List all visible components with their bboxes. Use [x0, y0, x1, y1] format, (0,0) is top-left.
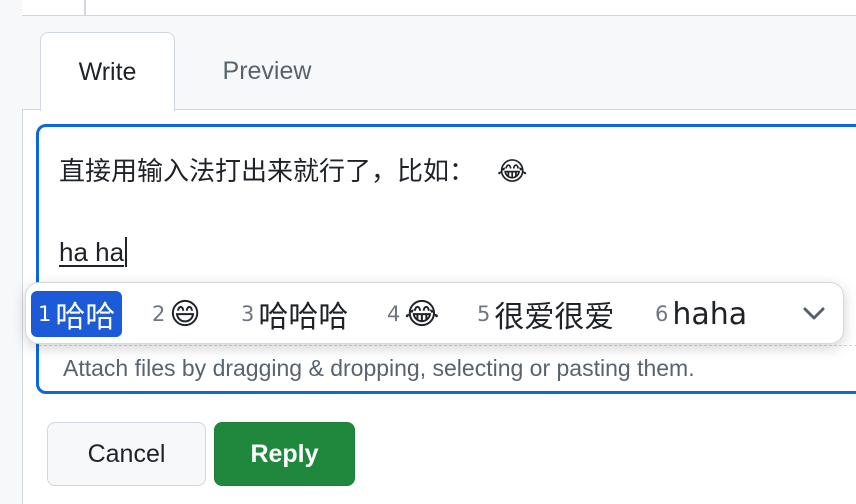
candidate-number: 5: [477, 302, 491, 326]
ime-candidate-3[interactable]: 3 哈哈哈: [241, 291, 348, 337]
text-line-1-content: 直接用输入法打出来就行了，比如：: [59, 156, 476, 186]
candidate-text: 哈哈: [55, 300, 116, 335]
ime-candidate-window: 1 哈哈 2 😄 3 哈哈哈 4 😂 5 很爱很爱 6 haha: [25, 282, 844, 344]
comment-textarea[interactable]: 直接用输入法打出来就行了，比如： 😂 ha ha Attach files by …: [36, 124, 856, 394]
tears-of-joy-emoji: 😂: [497, 156, 528, 186]
tab-write[interactable]: Write: [40, 32, 175, 111]
cancel-button[interactable]: Cancel: [47, 422, 206, 486]
reply-button[interactable]: Reply: [214, 422, 355, 486]
ime-candidate-6[interactable]: 6 haha: [655, 291, 747, 337]
comment-form: Write Preview 直接用输入法打出来就行了，比如： 😂 ha ha At…: [0, 0, 856, 504]
candidate-number: 6: [655, 302, 669, 326]
candidate-text: haha: [672, 296, 748, 332]
top-divider: [22, 0, 856, 16]
text-line-1: 直接用输入法打出来就行了，比如： 😂: [59, 151, 527, 188]
candidate-text: 哈哈哈: [258, 300, 349, 335]
candidate-number: 4: [387, 302, 401, 326]
ime-candidate-5[interactable]: 5 很爱很爱: [477, 291, 614, 337]
text-caret: [125, 237, 128, 267]
text-line-2: ha ha: [59, 237, 128, 268]
attach-files-hint[interactable]: Attach files by dragging & dropping, sel…: [39, 345, 856, 391]
ime-composing-text: ha ha: [59, 237, 125, 267]
candidate-number: 3: [241, 302, 255, 326]
chevron-down-icon[interactable]: [799, 299, 829, 329]
candidate-number: 2: [152, 302, 166, 326]
ime-candidate-4[interactable]: 4 😂: [387, 291, 439, 337]
timeline-line: [84, 0, 86, 15]
candidate-text: 😂: [404, 296, 440, 332]
candidate-text: 😄: [169, 296, 201, 332]
candidate-text: 很爱很爱: [494, 300, 615, 335]
candidate-number: 1: [38, 302, 52, 326]
ime-candidate-2[interactable]: 2 😄: [152, 291, 201, 337]
ime-candidate-1[interactable]: 1 哈哈: [31, 291, 123, 337]
tab-preview[interactable]: Preview: [192, 32, 342, 111]
editor-tabbar: Write Preview: [22, 16, 856, 111]
